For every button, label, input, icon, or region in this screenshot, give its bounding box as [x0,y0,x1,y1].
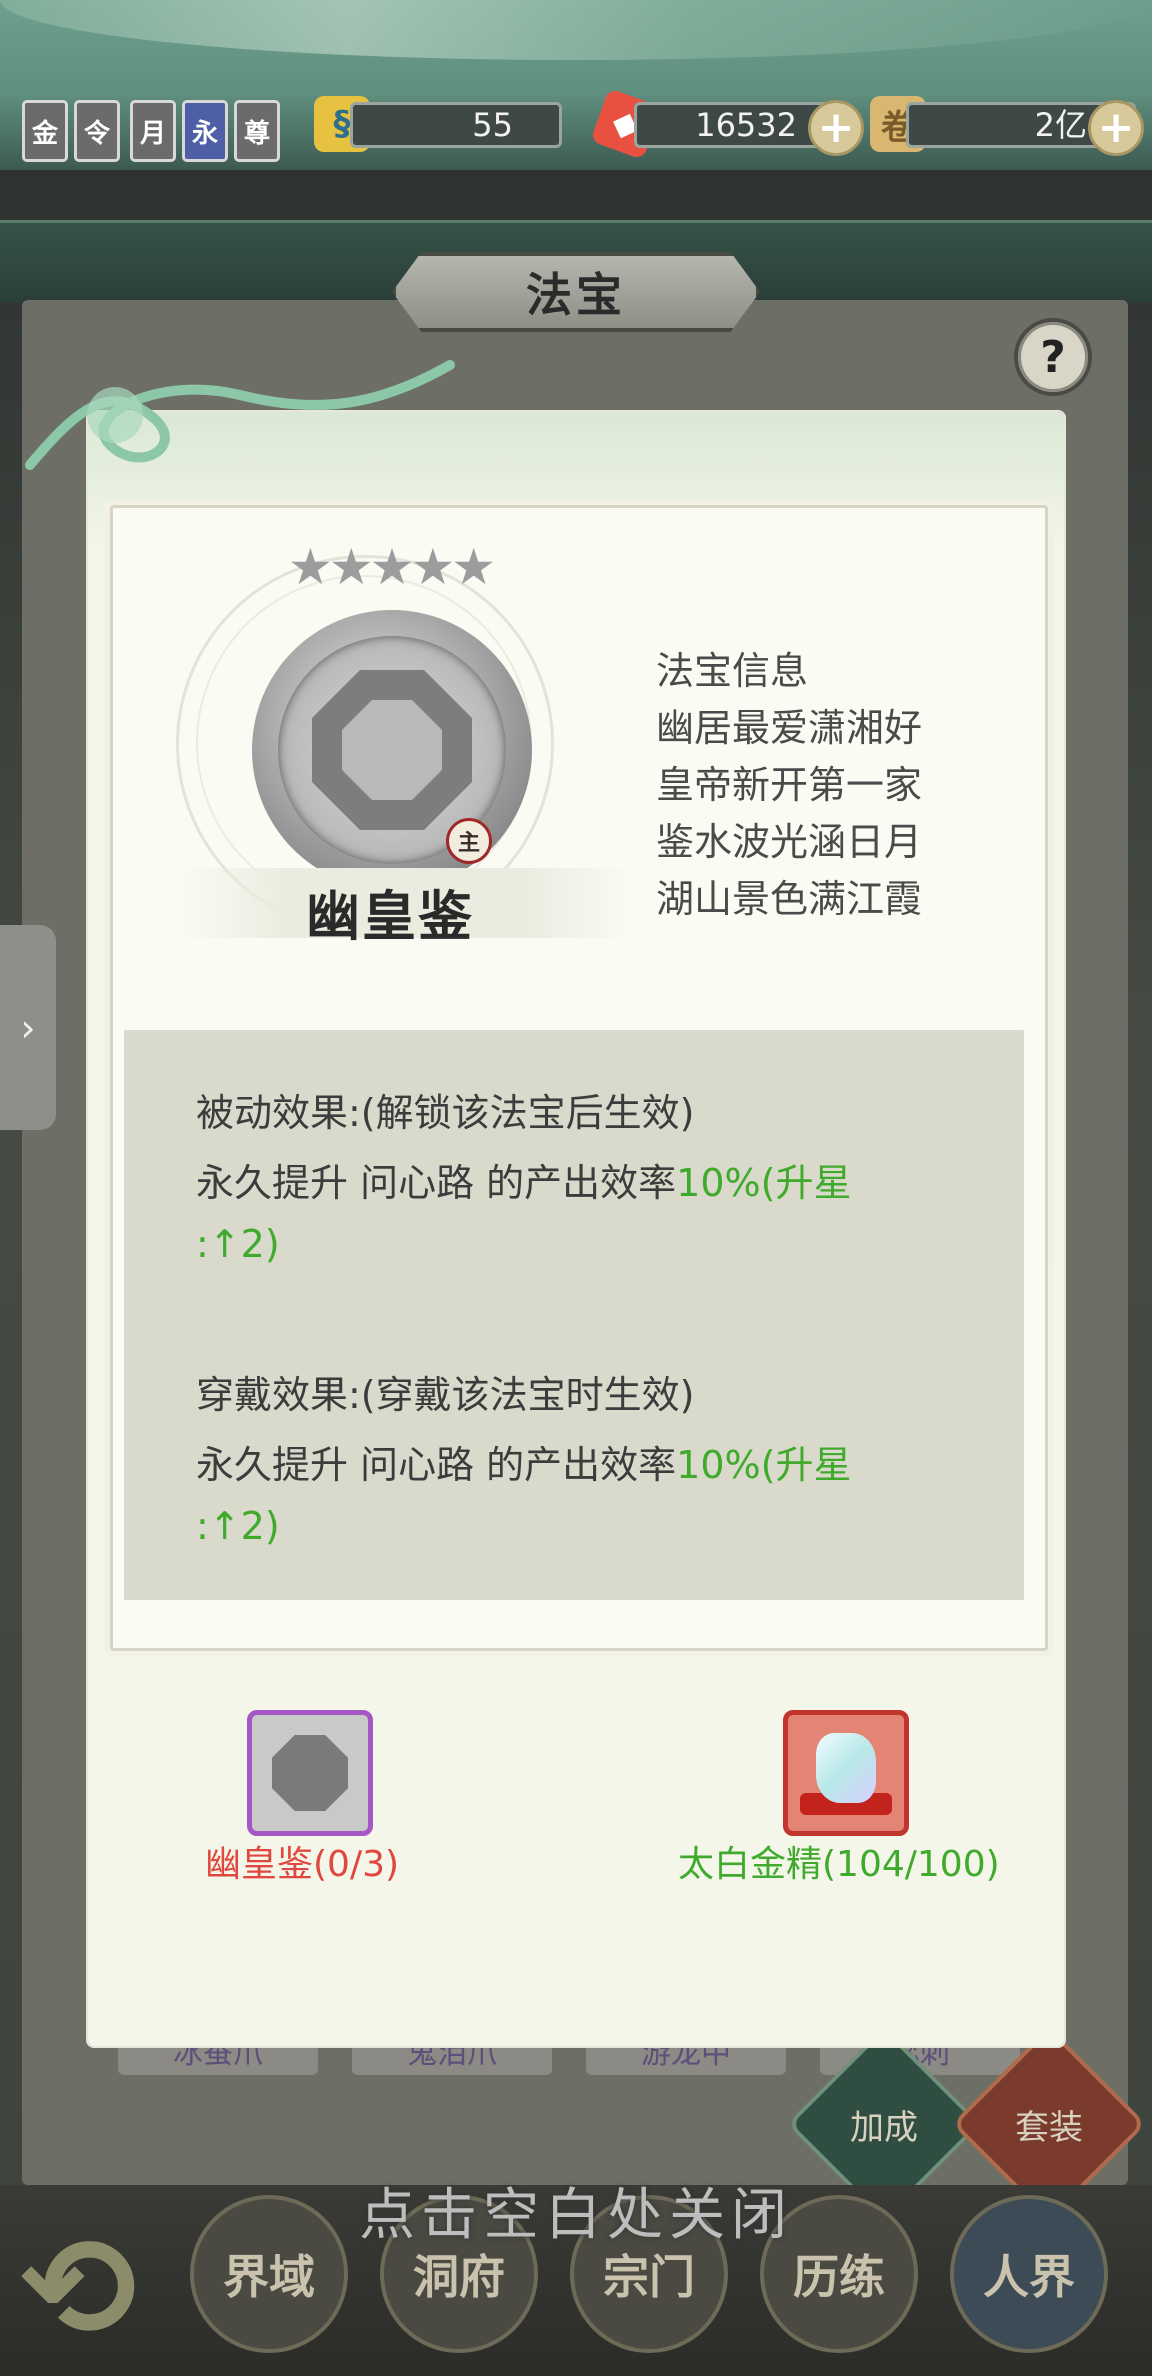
poem-line: 幽居最爱潇湘好 [656,706,923,750]
badge-gold[interactable]: 金 [22,100,68,162]
treasure-name: 幽皇鉴 [306,885,474,948]
poem-line: 皇帝新开第一家 [656,763,923,807]
help-button[interactable]: ? [1014,318,1092,396]
passive-effect-title: 被动效果:(解锁该法宝后生效) [196,1091,695,1135]
poem-line: 湖山景色满江霞 [656,877,923,921]
badge-order[interactable]: 令 [74,100,120,162]
side-expand-tab[interactable]: › [0,925,56,1130]
chevron-right-icon: › [20,1005,36,1050]
wear-effect-title: 穿戴效果:(穿戴该法宝时生效) [196,1373,695,1417]
badge-forever[interactable]: 永 [182,100,228,162]
add-scroll-button[interactable]: + [1088,100,1144,156]
star-rating: ★★★★★ [288,538,496,596]
passive-upgrade-note: (升星 [760,1161,852,1205]
crystal-ore-icon[interactable] [783,1710,909,1836]
add-crystal-button[interactable]: + [808,100,864,156]
passive-effect-value: 10% [676,1161,761,1205]
cloud-swirl-decoration [25,360,455,470]
wear-effect-line: 永久提升 问心路 的产出效率10%(升星 [196,1434,851,1489]
cost-item-ore-label: 太白金精(104/100) [678,1844,1000,1885]
passive-effect-desc: 永久提升 问心路 的产出效率 [196,1161,677,1205]
wear-upgrade-note: (升星 [760,1443,852,1487]
title-plate: 法宝 [392,252,760,332]
close-hint[interactable]: 点击空白处关闭 [0,2170,1152,2251]
page-title: 法宝 [526,268,626,322]
mirror-icon[interactable] [247,1710,373,1836]
main-seal-badge: 主 [446,818,492,864]
jade-token-amount: 55 [350,102,562,148]
ore-glyph [816,1733,876,1803]
passive-effect-line: 永久提升 问心路 的产出效率10%(升星 [196,1152,851,1207]
treasure-poem: 幽居最爱潇湘好 皇帝新开第一家 鉴水波光涵日月 湖山景色满江霞 [656,700,922,928]
bagua-center [342,700,442,800]
wear-upgrade-tail: :↑2) [196,1504,280,1548]
wear-effect-desc: 永久提升 问心路 的产出效率 [196,1443,677,1487]
passive-upgrade-tail: :↑2) [196,1222,280,1266]
info-title: 法宝信息 [656,649,809,693]
wear-effect-value: 10% [676,1443,761,1487]
badge-honor[interactable]: 尊 [234,100,280,162]
poem-line: 鉴水波光涵日月 [656,820,923,864]
mirror-glyph [272,1735,348,1811]
cost-item-mirror-label: 幽皇鉴(0/3) [205,1844,400,1885]
badge-month[interactable]: 月 [130,100,176,162]
